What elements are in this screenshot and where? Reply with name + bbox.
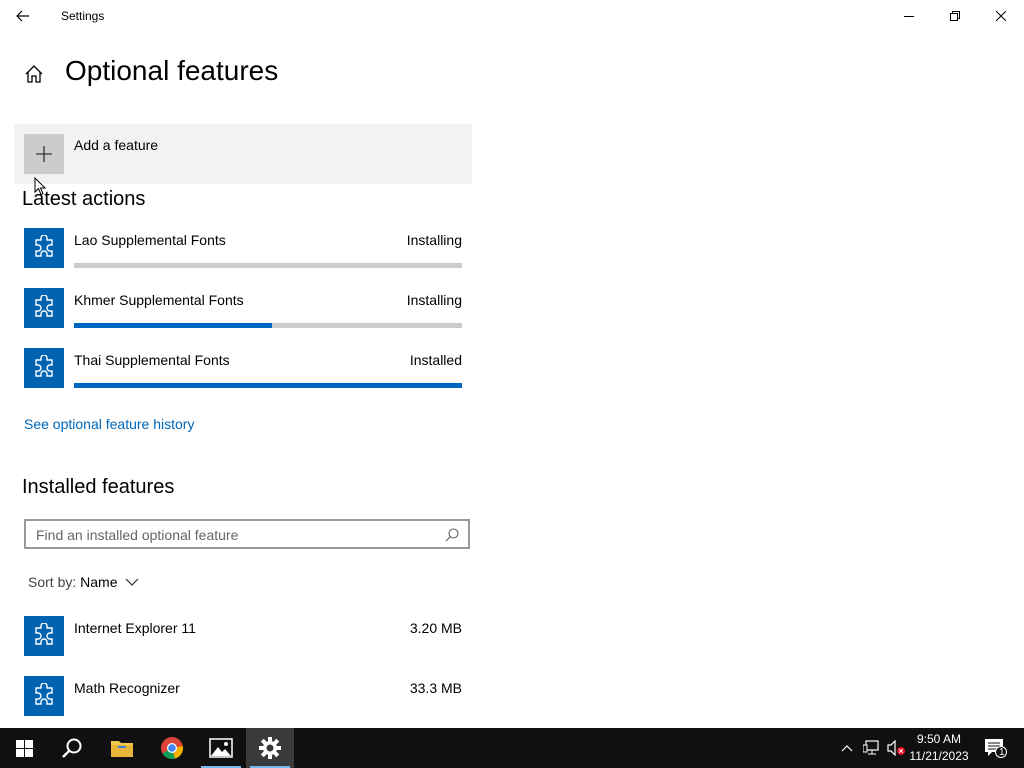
sort-dropdown[interactable]: Sort by: Name: [28, 574, 139, 590]
latest-action-item[interactable]: Lao Supplemental Fonts Installing: [0, 228, 480, 288]
add-feature-label: Add a feature: [74, 137, 159, 153]
action-center-button[interactable]: 1: [978, 728, 1014, 768]
restore-icon: [950, 11, 960, 21]
feature-status: Installing: [406, 232, 462, 248]
network-icon: [863, 740, 879, 755]
feature-status: Installed: [409, 352, 462, 368]
start-button[interactable]: [0, 728, 48, 768]
network-button[interactable]: [860, 728, 884, 768]
puzzle-piece-icon: [24, 616, 64, 656]
installed-feature-item[interactable]: Internet Explorer 11 3.20 MB: [0, 616, 480, 676]
puzzle-piece-icon: [24, 348, 64, 388]
feature-name: Thai Supplemental Fonts: [74, 352, 230, 368]
back-button[interactable]: [0, 0, 46, 32]
sort-value: Name: [80, 574, 118, 590]
chrome-button[interactable]: [148, 728, 196, 768]
photos-icon: [209, 738, 233, 758]
chevron-down-icon: [125, 578, 139, 586]
feature-name: Math Recognizer: [74, 680, 180, 696]
clock-time: 9:50 AM: [916, 732, 962, 746]
feature-name: Khmer Supplemental Fonts: [74, 292, 244, 308]
puzzle-piece-icon: [24, 676, 64, 716]
taskbar: 9:50 AM 11/21/2023 1: [0, 728, 1024, 768]
show-hidden-icons-button[interactable]: [836, 728, 858, 768]
home-button[interactable]: [22, 62, 46, 86]
taskbar-search-button[interactable]: [48, 728, 96, 768]
add-feature-button[interactable]: Add a feature: [14, 124, 472, 184]
feature-size: 3.20 MB: [409, 620, 462, 636]
progress-bar: [74, 383, 462, 388]
search-icon: [62, 738, 82, 758]
feature-history-link[interactable]: See optional feature history: [24, 416, 194, 432]
minimize-button[interactable]: [886, 0, 932, 32]
clock-date: 11/21/2023: [909, 749, 969, 763]
close-icon: [996, 11, 1006, 21]
notification-count: 1: [999, 747, 1005, 758]
puzzle-piece-icon: [24, 288, 64, 328]
progress-fill: [74, 323, 272, 328]
clock[interactable]: 9:50 AM 11/21/2023: [903, 731, 975, 765]
settings-icon: [259, 737, 281, 759]
latest-action-item[interactable]: Khmer Supplemental Fonts Installing: [0, 288, 480, 348]
installed-feature-search-input[interactable]: Find an installed optional feature: [24, 519, 470, 549]
progress-fill: [74, 383, 462, 388]
page-title: Optional features: [65, 55, 279, 86]
progress-bar: [74, 323, 462, 328]
search-icon[interactable]: [444, 527, 460, 543]
windows-logo-icon: [15, 739, 33, 757]
installed-feature-item[interactable]: Math Recognizer 33.3 MB: [0, 676, 480, 724]
window-title: Settings: [61, 9, 105, 23]
restore-button[interactable]: [932, 0, 978, 32]
feature-name: Lao Supplemental Fonts: [74, 232, 226, 248]
search-placeholder: Find an installed optional feature: [36, 527, 239, 543]
back-arrow-icon: [16, 10, 29, 22]
latest-actions-heading: Latest actions: [22, 188, 146, 210]
feature-name: Internet Explorer 11: [74, 620, 196, 636]
minimize-icon: [904, 16, 914, 17]
installed-features-heading: Installed features: [22, 476, 175, 498]
chrome-icon: [161, 737, 184, 760]
file-explorer-button[interactable]: [98, 728, 146, 768]
photos-button[interactable]: [197, 728, 245, 768]
feature-status: Installing: [406, 292, 462, 308]
feature-size: 33.3 MB: [409, 680, 462, 696]
file-explorer-icon: [111, 741, 133, 757]
plus-icon: [36, 146, 52, 162]
chevron-up-icon: [841, 745, 853, 752]
home-icon: [25, 65, 43, 83]
close-button[interactable]: [978, 0, 1024, 32]
settings-button[interactable]: [246, 728, 294, 768]
sort-label: Sort by:: [28, 574, 77, 590]
title-bar: Settings: [0, 0, 1024, 32]
puzzle-piece-icon: [24, 228, 64, 268]
add-feature-icon-box: [24, 134, 64, 174]
progress-bar: [74, 263, 462, 268]
latest-action-item[interactable]: Thai Supplemental Fonts Installed: [0, 348, 480, 408]
